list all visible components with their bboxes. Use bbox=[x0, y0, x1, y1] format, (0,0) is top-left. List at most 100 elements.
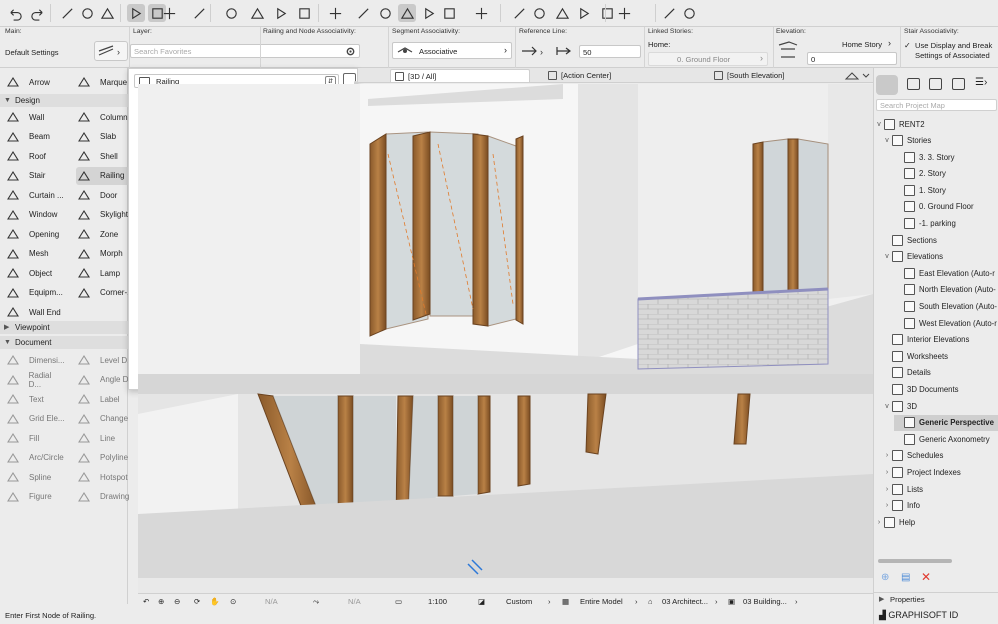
tool-wall[interactable]: Wall bbox=[5, 108, 65, 126]
tool-opening[interactable]: Opening bbox=[5, 225, 65, 243]
tree-item[interactable]: › Help bbox=[874, 514, 998, 530]
tool-text[interactable]: Text bbox=[5, 390, 65, 408]
tool-hotspot[interactable]: Hotspot bbox=[76, 468, 136, 486]
layout-book-icon[interactable] bbox=[929, 78, 942, 90]
tool-line[interactable]: Line bbox=[76, 429, 136, 447]
favorites-gear-icon[interactable] bbox=[340, 44, 360, 58]
reference-line-icon[interactable]: › bbox=[520, 44, 548, 58]
redo-icon[interactable] bbox=[28, 4, 46, 22]
tree-item[interactable]: v Stories bbox=[882, 133, 998, 149]
tree-item[interactable]: North Elevation (Auto- bbox=[894, 282, 998, 298]
horizontal-scrollbar[interactable] bbox=[878, 559, 952, 563]
curve-icon[interactable] bbox=[472, 4, 490, 22]
tree-item[interactable]: 1. Story bbox=[894, 182, 998, 198]
tool-lamp[interactable]: Lamp bbox=[76, 264, 136, 282]
elevation-input[interactable]: 0 bbox=[807, 52, 897, 65]
layer-icon[interactable] bbox=[376, 4, 394, 22]
undo-icon[interactable] bbox=[6, 4, 24, 22]
zoom-in-icon[interactable]: ⊕ bbox=[158, 595, 164, 608]
eyedropper-icon[interactable] bbox=[78, 4, 96, 22]
snap-grid-icon[interactable] bbox=[190, 4, 208, 22]
flag-icon[interactable] bbox=[615, 4, 633, 22]
toolbox-section-viewpoint[interactable]: ▶ Viewpoint bbox=[0, 321, 128, 334]
lock-icon[interactable] bbox=[295, 4, 313, 22]
model-view-option[interactable]: Custom bbox=[506, 595, 532, 608]
home-story-dropdown[interactable]: 0. Ground Floor › bbox=[648, 52, 768, 66]
view-map-icon[interactable] bbox=[907, 78, 920, 90]
tool-mesh[interactable]: Mesh bbox=[5, 245, 65, 263]
tree-item[interactable]: › Project Indexes bbox=[882, 465, 998, 481]
undo-zoom-icon[interactable]: ↶ bbox=[143, 595, 149, 608]
project-map-icon[interactable] bbox=[876, 75, 898, 95]
offset-icon[interactable] bbox=[575, 4, 593, 22]
layer-combination-value[interactable]: 03 Architect... bbox=[662, 595, 708, 608]
tree-item[interactable]: 3. 3. Story bbox=[894, 149, 998, 165]
tree-item[interactable]: West Elevation (Auto-r bbox=[894, 315, 998, 331]
pen-set-value[interactable]: 03 Building... bbox=[743, 595, 787, 608]
tool-grid-element[interactable]: Grid Ele... bbox=[5, 410, 65, 428]
scale-value[interactable]: 1:100 bbox=[428, 595, 447, 608]
delete-icon[interactable]: ✕ bbox=[921, 570, 931, 584]
main-settings-value[interactable]: Default Settings bbox=[5, 48, 59, 57]
flag-2-icon[interactable] bbox=[660, 4, 678, 22]
tool-equipment[interactable]: Equipm... bbox=[5, 284, 65, 302]
syringe-icon[interactable] bbox=[98, 4, 116, 22]
tool-slab[interactable]: Slab bbox=[76, 128, 136, 146]
tool-drawing[interactable]: Drawing bbox=[76, 488, 136, 506]
set-angle-icon[interactable]: ⤳ bbox=[313, 595, 319, 608]
tree-item[interactable]: South Elevation (Auto- bbox=[894, 299, 998, 315]
tool-shell[interactable]: Shell bbox=[76, 147, 136, 165]
tool-marquee[interactable]: Marque bbox=[76, 73, 136, 91]
layer-search-field[interactable]: Search Favorites bbox=[130, 44, 360, 58]
tool-roof[interactable]: Roof bbox=[5, 147, 65, 165]
stair-associativity-checkbox[interactable]: ✓ bbox=[904, 41, 911, 50]
arrow-tool-icon[interactable] bbox=[127, 4, 145, 22]
fit-in-window-icon[interactable]: ⊙ bbox=[230, 595, 236, 608]
publisher-sets-icon[interactable] bbox=[952, 78, 965, 90]
navigator-menu-icon[interactable]: ☰› bbox=[975, 77, 997, 91]
toolbox-section-document[interactable]: ▼ Document bbox=[0, 336, 128, 349]
tab-action-center[interactable]: [Action Center] bbox=[544, 69, 684, 82]
segment-associativity-dropdown[interactable]: Associative › bbox=[392, 42, 512, 59]
tool-spline[interactable]: Spline bbox=[5, 468, 65, 486]
tool-morph[interactable]: Morph bbox=[76, 245, 136, 263]
reference-line-offset-input[interactable]: 50 bbox=[579, 45, 641, 58]
tool-fill[interactable]: Fill bbox=[5, 429, 65, 447]
properties-panel-toggle[interactable]: ▶ Properties bbox=[874, 592, 998, 605]
magic-wand-icon[interactable] bbox=[326, 4, 344, 22]
tab-3d-all[interactable]: [3D / All] bbox=[390, 69, 530, 82]
merge-icon[interactable] bbox=[510, 4, 528, 22]
tree-item[interactable]: 0. Ground Floor bbox=[894, 199, 998, 215]
tool-angle-dimension[interactable]: Angle D... bbox=[76, 371, 136, 389]
tool-arrow-cursor[interactable]: Arrow bbox=[5, 73, 65, 91]
tool-corner-window[interactable]: Corner-... bbox=[76, 284, 136, 302]
tree-root[interactable]: v RENT2 bbox=[874, 116, 998, 132]
add-view-icon[interactable]: ⊕ bbox=[881, 572, 889, 583]
tree-item[interactable]: -1. parking bbox=[894, 216, 998, 232]
marquee-3d-icon[interactable] bbox=[354, 4, 372, 22]
tool-dimension[interactable]: Dimensi... bbox=[5, 351, 65, 369]
tree-item[interactable]: › Lists bbox=[882, 481, 998, 497]
tool-curtain-wall[interactable]: Curtain ... bbox=[5, 186, 65, 204]
3d-viewport[interactable] bbox=[138, 84, 873, 593]
project-map-search[interactable]: Search Project Map bbox=[876, 99, 997, 111]
tree-item[interactable]: East Elevation (Auto-r bbox=[894, 265, 998, 281]
home-story-reference[interactable]: Home Story bbox=[842, 40, 882, 49]
tool-door[interactable]: Door bbox=[76, 186, 136, 204]
tool-skylight[interactable]: Skylight bbox=[76, 206, 136, 224]
structure-display-value[interactable]: Entire Model bbox=[580, 595, 623, 608]
clone-folder-icon[interactable]: ▤ bbox=[901, 572, 910, 583]
tool-figure[interactable]: Figure bbox=[5, 488, 65, 506]
tree-item[interactable]: Generic Axonometry bbox=[894, 431, 998, 447]
tool-window[interactable]: Window bbox=[5, 206, 65, 224]
pet-palette-icon[interactable] bbox=[58, 4, 76, 22]
adjust-icon[interactable] bbox=[553, 4, 571, 22]
rectangle-select-icon[interactable] bbox=[272, 4, 290, 22]
suspend-groups-icon[interactable] bbox=[420, 4, 438, 22]
cursor-snap-icon[interactable] bbox=[398, 4, 416, 22]
section-icon[interactable] bbox=[248, 4, 266, 22]
tool-column[interactable]: Column bbox=[76, 108, 136, 126]
explore-icon[interactable]: ✋ bbox=[210, 595, 219, 608]
tool-radial-dimension[interactable]: Radial D... bbox=[5, 371, 65, 389]
bim-cloud-icon[interactable] bbox=[680, 4, 698, 22]
